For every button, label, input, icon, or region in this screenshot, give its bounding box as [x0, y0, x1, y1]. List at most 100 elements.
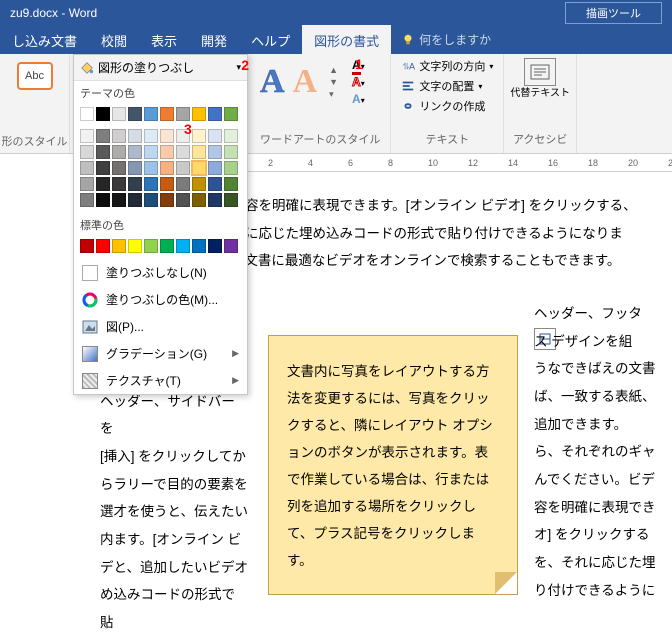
text-effects-button[interactable]: A▾	[352, 92, 365, 106]
color-swatch[interactable]	[128, 145, 142, 159]
color-swatch[interactable]	[80, 177, 94, 191]
color-swatch[interactable]	[96, 145, 110, 159]
color-swatch[interactable]	[160, 239, 174, 253]
tab-developer[interactable]: 開発	[189, 25, 239, 56]
color-swatch[interactable]	[224, 177, 238, 191]
color-swatch[interactable]	[96, 193, 110, 207]
search-input[interactable]	[419, 33, 509, 47]
chevron-down-icon[interactable]: ▼	[329, 77, 338, 87]
color-swatch[interactable]	[128, 161, 142, 175]
tab-shape-format[interactable]: 図形の書式	[302, 25, 391, 56]
color-swatch[interactable]	[112, 129, 126, 143]
color-swatch[interactable]	[208, 177, 222, 191]
color-swatch[interactable]	[192, 239, 206, 253]
color-swatch[interactable]	[192, 107, 206, 121]
color-swatch[interactable]	[160, 107, 174, 121]
texture-fill-item[interactable]: テクスチャ(T) ▶	[74, 367, 247, 394]
color-swatch[interactable]	[80, 239, 94, 253]
horizontal-ruler[interactable]: 246810121416182022	[248, 154, 672, 172]
alt-text-button[interactable]	[524, 58, 556, 86]
color-swatch[interactable]	[192, 145, 206, 159]
more-fill-colors-item[interactable]: 塗りつぶしの色(M)...	[74, 286, 247, 313]
wordart-sample-2[interactable]: A	[293, 63, 318, 101]
tab-help[interactable]: ヘルプ	[239, 25, 302, 56]
color-swatch[interactable]	[224, 193, 238, 207]
color-swatch[interactable]	[176, 193, 190, 207]
color-swatch[interactable]	[128, 107, 142, 121]
shape-style-sample[interactable]: Abc	[17, 62, 53, 90]
color-swatch[interactable]	[80, 193, 94, 207]
color-swatch[interactable]	[224, 145, 238, 159]
color-swatch[interactable]	[192, 177, 206, 191]
color-swatch[interactable]	[208, 161, 222, 175]
ruler-tick: 8	[388, 158, 393, 168]
text-outline-button[interactable]: A▾	[352, 75, 365, 89]
color-swatch[interactable]	[176, 145, 190, 159]
chevron-up-icon[interactable]: ▲	[329, 65, 338, 75]
text-direction-button[interactable]: ⥮A 文字列の方向▾	[401, 58, 493, 74]
color-swatch[interactable]	[208, 193, 222, 207]
color-swatch[interactable]	[112, 193, 126, 207]
sticky-note-shape[interactable]: 文書内に写真をレイアウトする方法を変更するには、写真をクリックすると、隣にレイア…	[268, 335, 518, 595]
color-swatch[interactable]	[208, 145, 222, 159]
color-swatch[interactable]	[80, 129, 94, 143]
color-swatch[interactable]	[96, 239, 110, 253]
color-swatch[interactable]	[96, 177, 110, 191]
color-swatch[interactable]	[224, 107, 238, 121]
color-swatch[interactable]	[144, 193, 158, 207]
color-swatch[interactable]	[128, 177, 142, 191]
color-swatch[interactable]	[80, 107, 94, 121]
color-swatch[interactable]	[224, 161, 238, 175]
color-swatch[interactable]	[192, 193, 206, 207]
text-align-button[interactable]: 文字の配置▾	[401, 78, 493, 94]
color-swatch[interactable]	[224, 129, 238, 143]
tab-mailings[interactable]: し込み文書	[0, 25, 89, 56]
color-swatch[interactable]	[128, 193, 142, 207]
wordart-sample-1[interactable]: A	[260, 63, 285, 101]
color-swatch[interactable]	[176, 161, 190, 175]
color-swatch[interactable]	[160, 129, 174, 143]
color-swatch[interactable]	[96, 129, 110, 143]
color-swatch[interactable]	[192, 129, 206, 143]
color-swatch[interactable]	[208, 239, 222, 253]
color-swatch[interactable]	[224, 239, 238, 253]
tell-me-search[interactable]	[401, 33, 509, 47]
color-swatch[interactable]	[208, 107, 222, 121]
color-swatch[interactable]	[144, 239, 158, 253]
gradient-fill-item[interactable]: グラデーション(G) ▶	[74, 340, 247, 367]
color-swatch[interactable]	[160, 145, 174, 159]
color-swatch[interactable]	[144, 107, 158, 121]
tab-view[interactable]: 表示	[139, 25, 189, 56]
color-swatch[interactable]	[96, 161, 110, 175]
color-swatch[interactable]	[208, 129, 222, 143]
color-swatch[interactable]	[80, 161, 94, 175]
color-swatch[interactable]	[192, 161, 206, 175]
color-swatch[interactable]	[80, 145, 94, 159]
create-link-button[interactable]: リンクの作成	[401, 98, 493, 114]
shape-fill-dropdown: 図形の塗りつぶし ▾ 2 テーマの色 3 標準の色 塗りつぶしなし(N) 塗りつ…	[73, 54, 248, 395]
no-fill-item[interactable]: 塗りつぶしなし(N)	[74, 259, 247, 286]
color-swatch[interactable]	[128, 129, 142, 143]
shape-fill-button[interactable]: 図形の塗りつぶし ▾ 2	[74, 55, 247, 81]
color-swatch[interactable]	[176, 107, 190, 121]
color-swatch[interactable]	[112, 107, 126, 121]
color-swatch[interactable]	[112, 145, 126, 159]
color-swatch[interactable]	[144, 145, 158, 159]
more-icon[interactable]: ▾	[329, 89, 338, 100]
color-swatch[interactable]	[96, 107, 110, 121]
color-swatch[interactable]	[112, 177, 126, 191]
color-swatch[interactable]	[176, 239, 190, 253]
color-swatch[interactable]	[112, 161, 126, 175]
tab-review[interactable]: 校閲	[89, 25, 139, 56]
color-swatch[interactable]	[128, 239, 142, 253]
color-swatch[interactable]	[176, 177, 190, 191]
color-swatch[interactable]	[160, 161, 174, 175]
color-swatch[interactable]	[144, 129, 158, 143]
color-swatch[interactable]	[160, 193, 174, 207]
color-swatch[interactable]	[160, 177, 174, 191]
color-swatch[interactable]	[144, 177, 158, 191]
picture-fill-item[interactable]: 図(P)...	[74, 313, 247, 340]
drawing-tools-context-tab[interactable]: 描画ツール	[565, 2, 662, 24]
color-swatch[interactable]	[144, 161, 158, 175]
color-swatch[interactable]	[112, 239, 126, 253]
